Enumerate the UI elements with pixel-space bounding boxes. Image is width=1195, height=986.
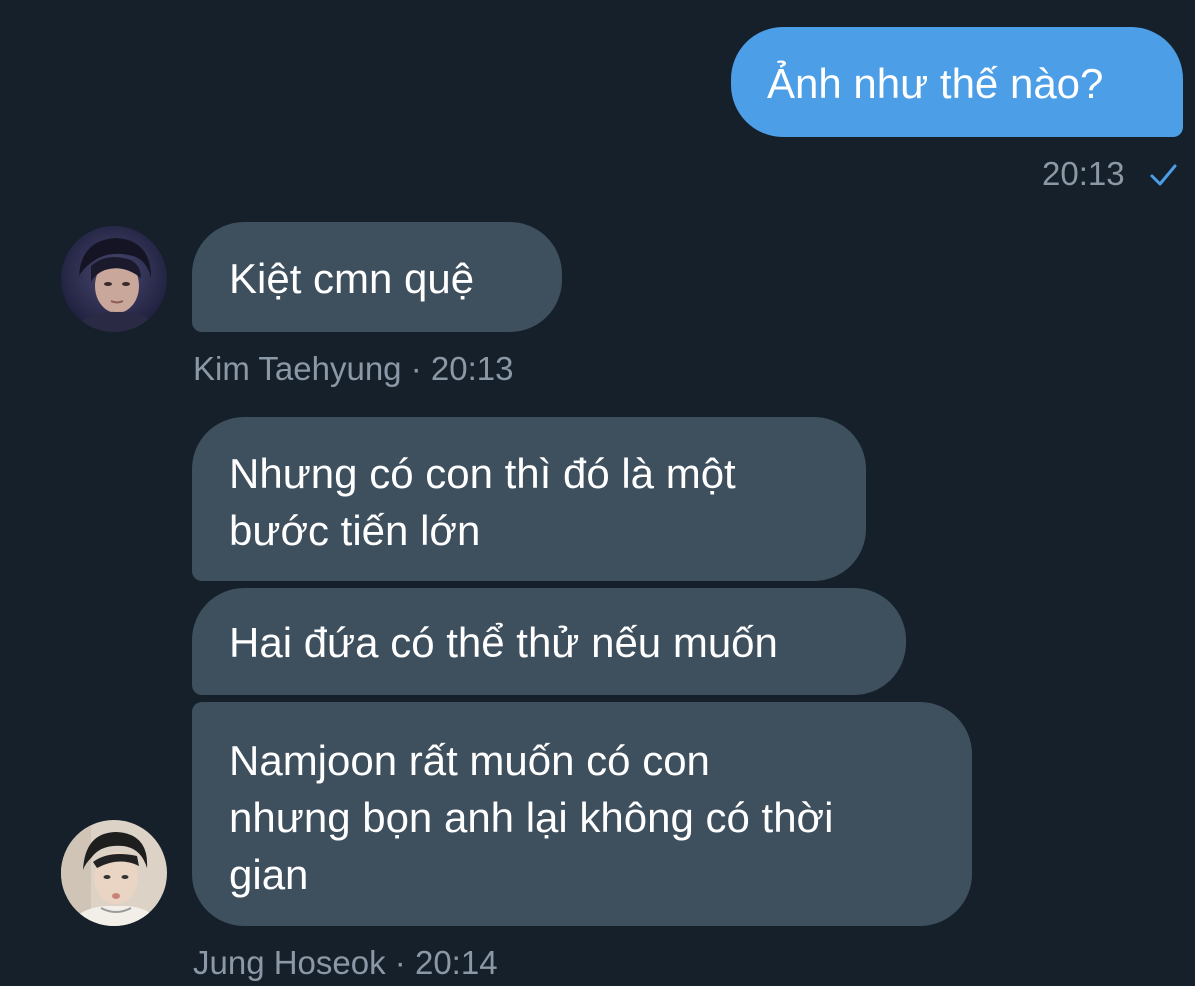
sender-name: Jung Hoseok xyxy=(193,944,386,981)
incoming-message-bubble[interactable]: Namjoon rất muốn có con nhưng bọn anh lạ… xyxy=(192,702,972,926)
outgoing-message-bubble[interactable]: Ảnh như thế nào? xyxy=(731,27,1183,137)
message-line: Nhưng có con thì đó là một xyxy=(229,450,736,497)
incoming-message-bubble[interactable]: Kiệt cmn quệ xyxy=(192,222,562,332)
message-timestamp: 20:13 xyxy=(430,350,514,387)
message-line: nhưng bọn anh lại không có thời xyxy=(229,794,834,841)
message-line: Namjoon rất muốn có con xyxy=(229,737,710,784)
check-icon xyxy=(1148,160,1178,195)
message-line: gian xyxy=(229,851,309,898)
user-avatar[interactable] xyxy=(61,820,167,926)
incoming-message-bubble[interactable]: Nhưng có con thì đó là một bước tiến lớn xyxy=(192,417,866,581)
chat-screen: Ảnh như thế nào? 20:13 Kiệt cmn quệ Kim … xyxy=(0,0,1195,986)
meta-separator: · xyxy=(394,944,406,981)
outgoing-message-text: Ảnh như thế nào? xyxy=(767,60,1104,107)
user-avatar[interactable] xyxy=(61,226,167,332)
incoming-message-bubble[interactable]: Hai đứa có thể thử nếu muốn xyxy=(192,588,906,695)
incoming-message-text: Kiệt cmn quệ xyxy=(229,255,475,302)
sender-name: Kim Taehyung xyxy=(193,350,402,387)
sender-meta: Jung Hoseok · 20:14 xyxy=(193,944,498,982)
outgoing-timestamp: 20:13 xyxy=(1042,155,1125,192)
incoming-message-text: Hai đứa có thể thử nếu muốn xyxy=(229,619,778,666)
meta-separator: · xyxy=(410,350,422,387)
message-line: bước tiến lớn xyxy=(229,507,481,554)
sender-meta: Kim Taehyung · 20:13 xyxy=(193,350,513,388)
message-timestamp: 20:14 xyxy=(414,944,498,981)
